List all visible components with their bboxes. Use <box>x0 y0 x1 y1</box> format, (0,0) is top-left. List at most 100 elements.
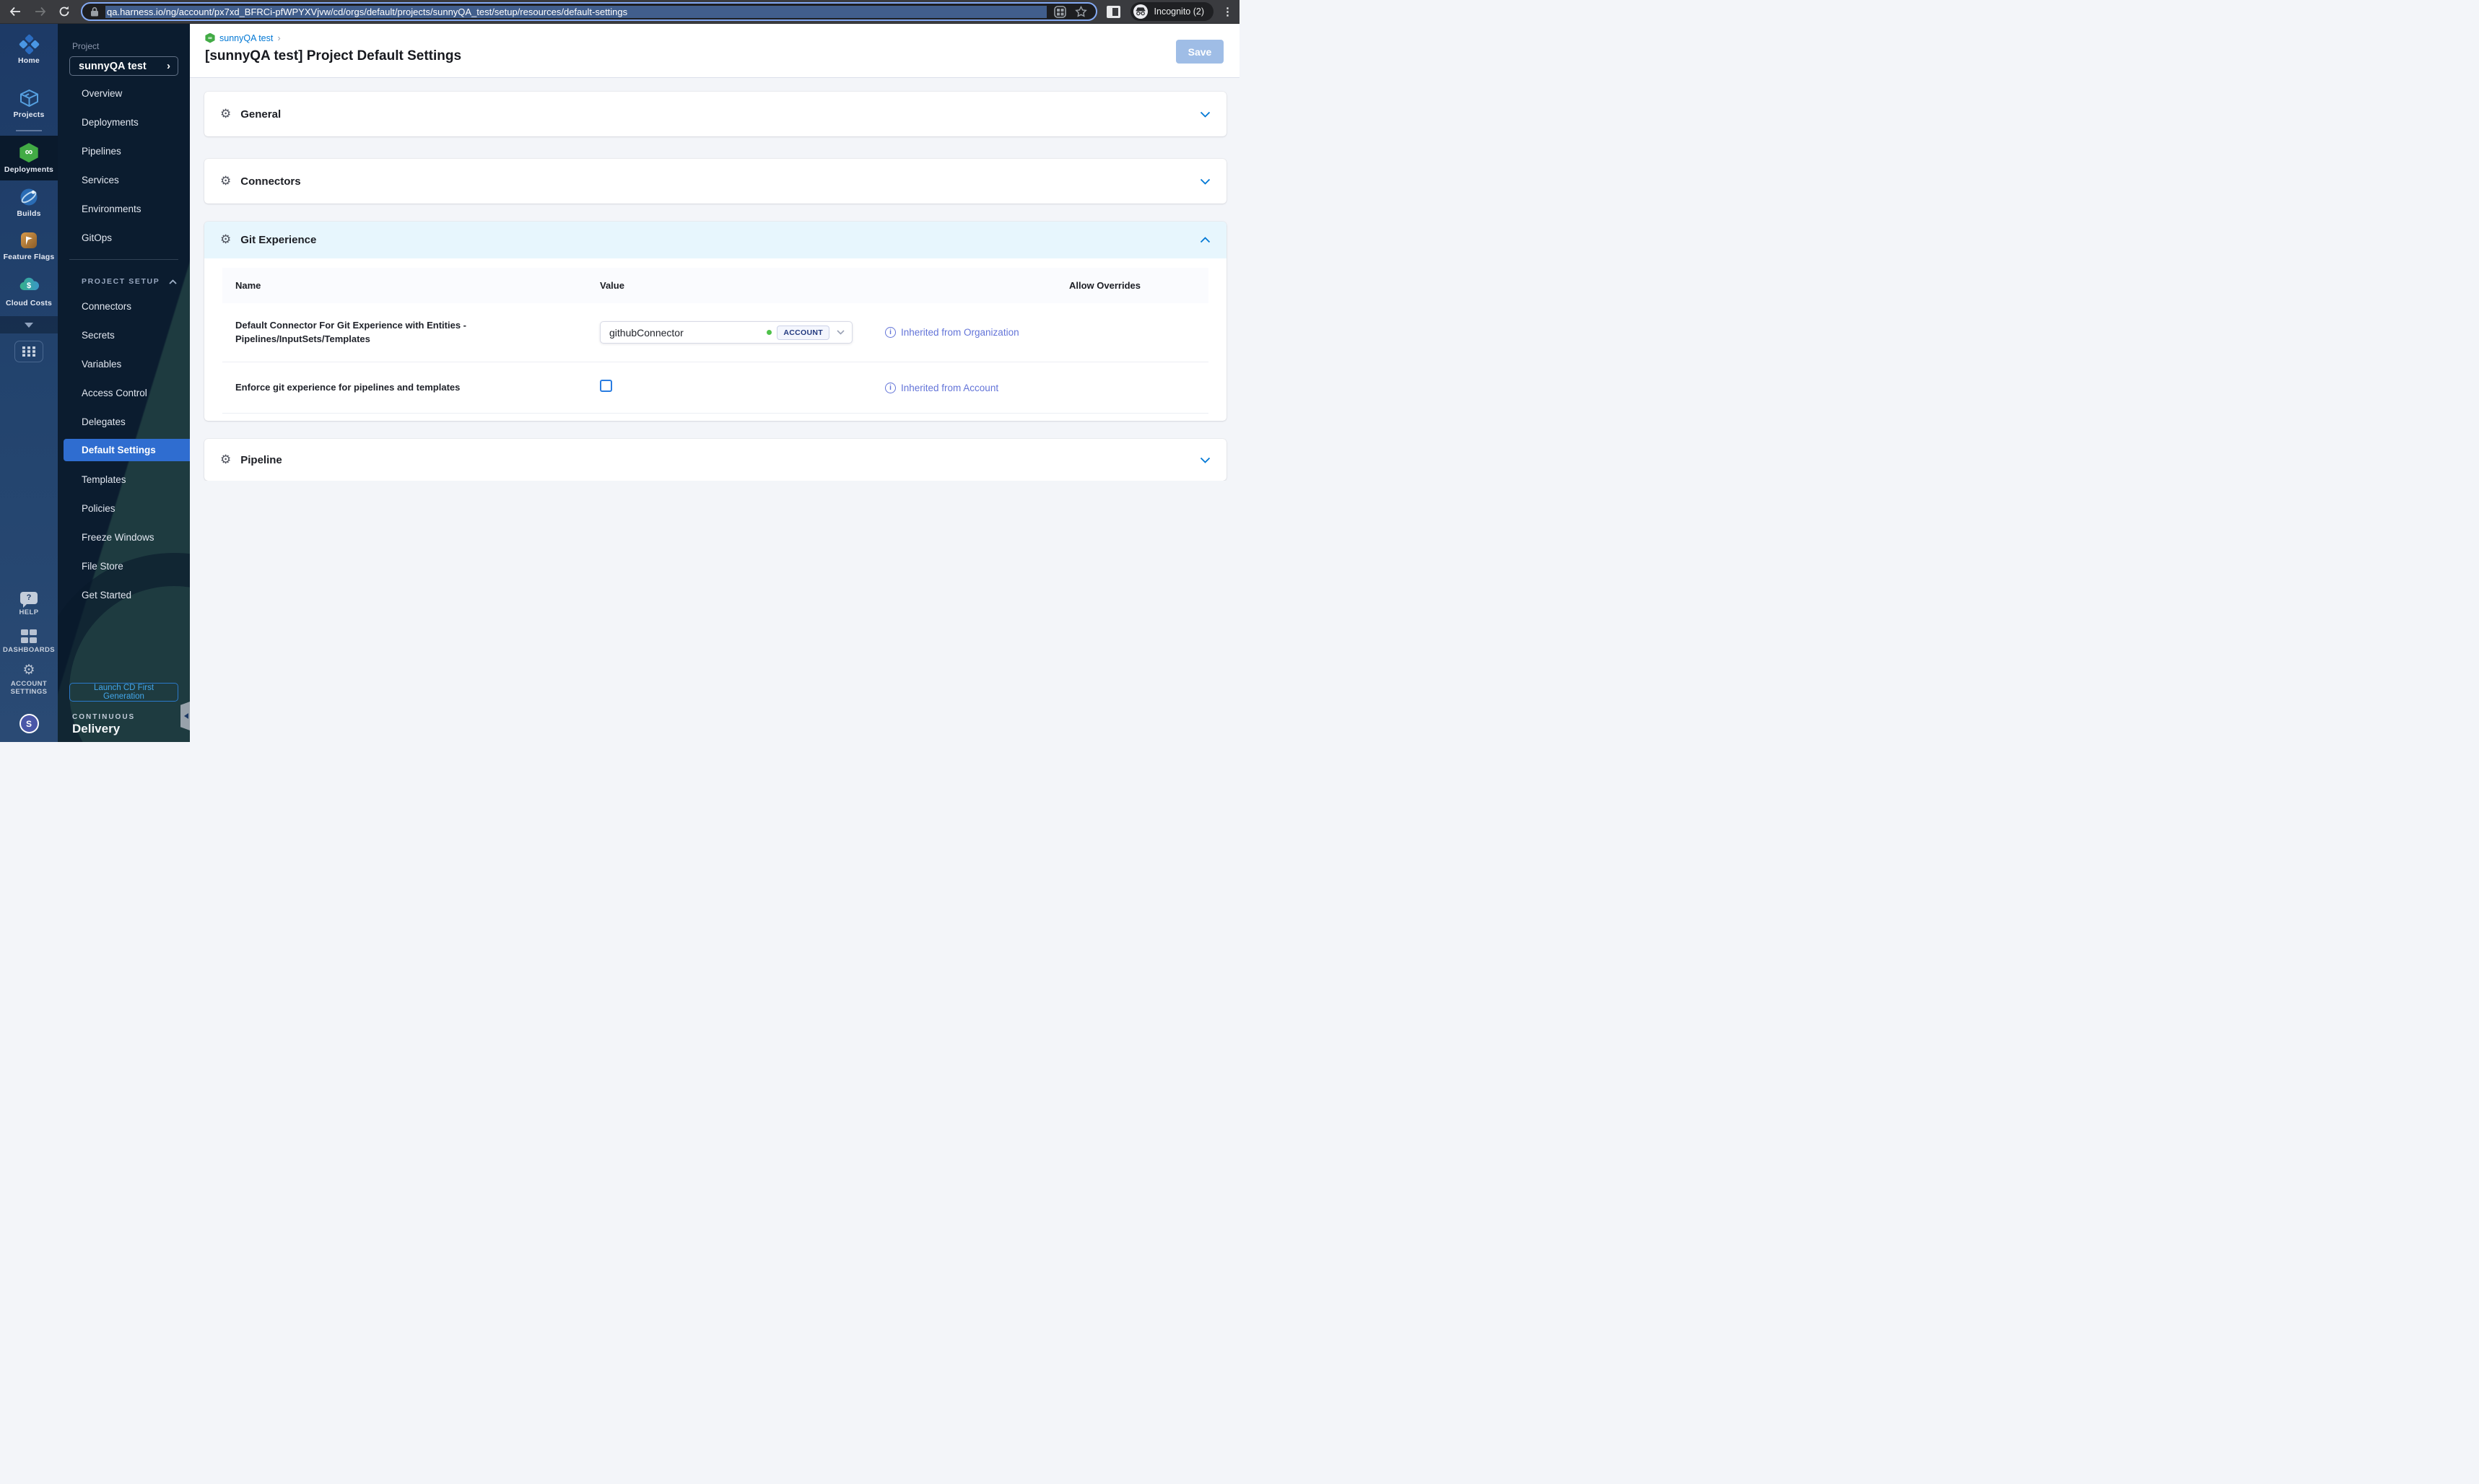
tab-groups-icon <box>1054 5 1066 18</box>
sidebar-item-variables[interactable]: Variables <box>58 349 190 378</box>
info-icon: i <box>885 327 896 338</box>
gear-icon: ⚙ <box>220 173 232 188</box>
sidebar-item-gitops[interactable]: GitOps <box>58 223 190 252</box>
sidebar-item-policies[interactable]: Policies <box>58 494 190 523</box>
breadcrumb-project-link[interactable]: sunnyQA test <box>219 33 273 43</box>
sidebar-item-freeze-windows[interactable]: Freeze Windows <box>58 523 190 551</box>
inherited-from-account-link[interactable]: i Inherited from Account <box>885 382 1069 393</box>
builds-ci-icon <box>20 188 38 206</box>
rail-item-builds[interactable]: Builds <box>0 180 58 224</box>
sidebar-item-file-store[interactable]: File Store <box>58 551 190 580</box>
screenshot-root: qa.harness.io/ng/account/px7xd_BFRCi-pfW… <box>0 0 1240 742</box>
help-chat-icon: ? <box>20 591 38 608</box>
chevron-down-icon[interactable] <box>1200 178 1211 185</box>
sidebar-item-environments[interactable]: Environments <box>58 194 190 223</box>
sidebar-item-connectors[interactable]: Connectors <box>58 292 190 320</box>
sidebar-item-access-control[interactable]: Access Control <box>58 378 190 407</box>
lock-icon <box>91 6 98 17</box>
chevron-right-icon: › <box>167 60 170 72</box>
chevron-up-icon <box>169 279 177 284</box>
page-header: ∞ sunnyQA test › [sunnyQA test] Project … <box>190 24 1240 78</box>
gear-icon: ⚙ <box>220 106 232 121</box>
deployments-cd-icon: ∞ <box>19 143 38 163</box>
rail-item-account-settings[interactable]: ⚙ ACCOUNT SETTINGS <box>0 660 58 702</box>
rail-item-help[interactable]: ? HELP <box>0 585 58 623</box>
project-selector[interactable]: sunnyQA test › <box>69 56 178 76</box>
url-bar[interactable]: qa.harness.io/ng/account/px7xd_BFRCi-pfW… <box>81 2 1097 21</box>
url-text: qa.harness.io/ng/account/px7xd_BFRCi-pfW… <box>105 5 1047 18</box>
chevron-down-icon <box>25 322 33 332</box>
sidebar-item-pipelines[interactable]: Pipelines <box>58 136 190 165</box>
project-sidebar: Project sunnyQA test › Overview Deployme… <box>58 24 190 742</box>
feature-flags-icon <box>21 232 37 249</box>
browser-toolbar: qa.harness.io/ng/account/px7xd_BFRCi-pfW… <box>0 0 1240 24</box>
side-panel-icon <box>1107 5 1121 18</box>
browser-menu-button[interactable]: ⋮ <box>1222 5 1233 18</box>
chevron-up-icon[interactable] <box>1200 237 1211 243</box>
rail-item-home[interactable]: Home <box>0 28 58 71</box>
page-title: [sunnyQA test] Project Default Settings <box>205 48 462 64</box>
sidebar-item-secrets[interactable]: Secrets <box>58 320 190 349</box>
main-content: ∞ sunnyQA test › [sunnyQA test] Project … <box>190 24 1240 742</box>
table-row-enforce-git-experience: Enforce git experience for pipelines and… <box>222 362 1208 414</box>
section-connectors-header[interactable]: ⚙ Connectors <box>204 159 1227 204</box>
connector-select[interactable]: githubConnector ACCOUNT <box>600 321 853 344</box>
launch-cd-first-gen-button[interactable]: Launch CD First Generation <box>69 683 178 702</box>
sidebar-item-overview[interactable]: Overview <box>58 79 190 108</box>
info-icon: i <box>885 382 896 393</box>
section-pipeline: ⚙ Pipeline <box>204 439 1227 481</box>
forward-button[interactable] <box>32 4 48 19</box>
inherited-from-organization-link[interactable]: i Inherited from Organization <box>885 327 1069 338</box>
chevron-down-icon[interactable] <box>1200 111 1211 118</box>
sidebar-item-services[interactable]: Services <box>58 165 190 194</box>
module-eyebrow: CONTINUOUS <box>72 713 136 721</box>
enforce-git-experience-checkbox[interactable] <box>600 380 612 392</box>
sidebar-item-get-started[interactable]: Get Started <box>58 580 190 609</box>
sidebar-item-default-settings[interactable]: Default Settings <box>64 439 190 461</box>
project-setup-section[interactable]: PROJECT SETUP <box>58 267 190 292</box>
rail-item-projects[interactable]: Projects <box>0 82 58 126</box>
incognito-badge[interactable]: Incognito (2) <box>1130 2 1214 21</box>
reload-button[interactable] <box>56 4 72 19</box>
back-button[interactable] <box>7 4 23 19</box>
collapse-left-icon <box>181 713 188 719</box>
gear-icon: ⚙ <box>220 452 232 466</box>
section-git-experience-header[interactable]: ⚙ Git Experience <box>204 222 1227 258</box>
save-button[interactable]: Save <box>1176 40 1224 64</box>
module-picker-button[interactable] <box>14 341 43 363</box>
column-allow-overrides: Allow Overrides <box>1069 280 1141 291</box>
module-name: Delivery <box>72 722 121 736</box>
grid-icon <box>22 346 35 357</box>
star-icon <box>1075 6 1087 17</box>
user-avatar[interactable]: S <box>19 714 39 733</box>
section-general-header[interactable]: ⚙ General <box>204 92 1227 136</box>
cloud-costs-icon: $ <box>19 275 40 296</box>
table-row-default-connector: Default Connector For Git Experience wit… <box>222 303 1208 362</box>
section-general: ⚙ General <box>204 92 1227 136</box>
column-value: Value <box>600 280 624 291</box>
incognito-icon <box>1133 4 1148 19</box>
breadcrumb: ∞ sunnyQA test › <box>205 32 1240 43</box>
git-table-header: Name Value Allow Overrides <box>222 268 1208 303</box>
rail-item-feature-flags[interactable]: Feature Flags <box>0 224 58 268</box>
sidebar-item-delegates[interactable]: Delegates <box>58 407 190 436</box>
rail-more-modules[interactable] <box>0 316 58 334</box>
rail-divider <box>16 130 42 132</box>
chevron-down-icon[interactable] <box>1200 457 1211 463</box>
connector-status-dot <box>767 330 772 335</box>
section-pipeline-header[interactable]: ⚙ Pipeline <box>204 439 1227 481</box>
forward-icon <box>35 6 45 17</box>
tab-groups-button[interactable] <box>1053 4 1068 19</box>
bookmark-star-button[interactable] <box>1074 4 1089 19</box>
sidebar-item-deployments[interactable]: Deployments <box>58 108 190 136</box>
rail-item-dashboards[interactable]: DASHBOARDS <box>0 623 58 660</box>
sidebar-collapse-button[interactable] <box>180 702 190 730</box>
setting-name: Enforce git experience for pipelines and… <box>235 381 461 393</box>
rail-item-deployments[interactable]: ∞ Deployments <box>0 136 58 180</box>
chevron-down-icon <box>837 330 845 335</box>
scope-badge: ACCOUNT <box>777 325 829 340</box>
rail-item-cloud-costs[interactable]: $ Cloud Costs <box>0 268 58 314</box>
side-panel-button[interactable] <box>1106 4 1122 19</box>
account-settings-gear-icon: ⚙ <box>22 663 35 678</box>
sidebar-item-templates[interactable]: Templates <box>58 465 190 494</box>
